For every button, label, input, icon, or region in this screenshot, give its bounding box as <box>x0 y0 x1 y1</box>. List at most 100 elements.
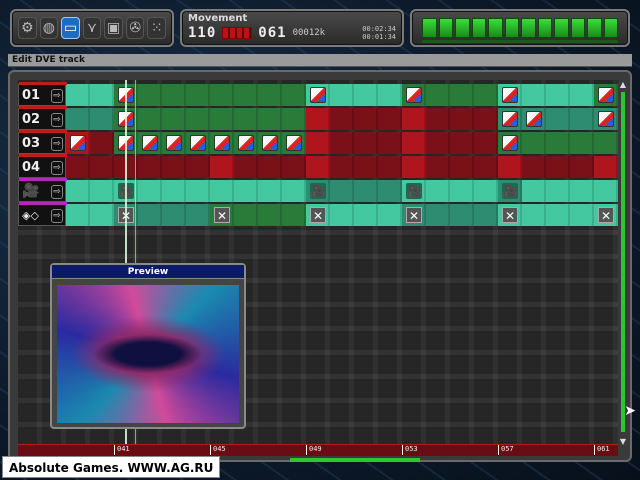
track-accent <box>19 202 67 205</box>
camera-icon[interactable]: 🎥 <box>406 183 422 199</box>
track-label-01[interactable]: 01 ⇨ <box>18 82 67 106</box>
horizontal-scroll-thumb[interactable] <box>290 458 420 462</box>
track-row-camera[interactable]: 🎥 🎥 🎥 🎥 🎥 ⇨ <box>18 178 618 204</box>
track-label-04[interactable]: 04 ⇨ <box>18 154 67 178</box>
keyframe-cube-icon[interactable] <box>598 111 614 127</box>
camera-icon[interactable]: 🎥 <box>502 183 518 199</box>
keyframe-cube-icon[interactable] <box>502 111 518 127</box>
globe-icon[interactable]: ◍ <box>39 17 59 39</box>
arrow-icon[interactable]: ⇨ <box>51 185 63 199</box>
track-row-04[interactable]: 04 ⇨ <box>18 154 618 180</box>
keyframe-cube-icon[interactable] <box>502 135 518 151</box>
keyframe-cube-icon[interactable] <box>70 135 86 151</box>
film-reel-icon[interactable]: ✇ <box>125 17 145 39</box>
meter-base <box>422 40 618 43</box>
track-segment[interactable] <box>66 84 114 106</box>
keyframe-cube-icon[interactable] <box>166 135 182 151</box>
movement-title: Movement <box>188 13 248 24</box>
track-label-camera[interactable]: 🎥 ⇨ <box>18 178 67 202</box>
track-segment[interactable] <box>114 84 306 106</box>
scroll-up-icon[interactable]: ▲ <box>618 80 628 89</box>
meter-segment <box>603 18 618 38</box>
grid-icon[interactable]: ⁙ <box>147 17 167 39</box>
settings-icon[interactable]: ⚙ <box>18 17 37 39</box>
track-segment[interactable] <box>66 180 306 202</box>
transition-cross-icon[interactable]: ✕ <box>598 207 614 223</box>
preview-window[interactable]: Preview <box>50 263 246 429</box>
mouse-pointer-icon: ➤ <box>624 403 636 419</box>
camera-icon: 🎥 <box>22 183 40 199</box>
track-segment[interactable] <box>66 108 114 130</box>
track-segment[interactable] <box>114 108 306 130</box>
track-segment[interactable] <box>330 132 402 154</box>
track-label-text: 03 <box>22 135 41 151</box>
keyframe-cube-icon[interactable] <box>262 135 278 151</box>
track-segment[interactable] <box>306 108 330 130</box>
meter-segment <box>488 18 503 38</box>
keyframe-cube-icon[interactable] <box>190 135 206 151</box>
transition-cross-icon[interactable]: ✕ <box>214 207 230 223</box>
track-row-transitions[interactable]: ✕ ✕ ✕ ✕ ✕ ✕ ◈◇ ⇨ <box>18 202 618 228</box>
vertical-scrollbar[interactable]: ▲ ▼ <box>618 80 628 446</box>
ruler-tick: 053 <box>402 445 418 455</box>
preview-image <box>57 285 239 423</box>
transition-cross-icon[interactable]: ✕ <box>310 207 326 223</box>
track-row-03[interactable]: 03 ⇨ <box>18 130 618 156</box>
track-segment[interactable] <box>498 156 522 178</box>
track-label-03[interactable]: 03 ⇨ <box>18 130 67 154</box>
keyframe-cube-icon[interactable] <box>406 87 422 103</box>
track-label-text: 04 <box>22 159 41 175</box>
arrow-icon[interactable]: ⇨ <box>51 209 63 223</box>
meter-segment <box>587 18 602 38</box>
track-row-02[interactable]: 02 ⇨ <box>18 106 618 132</box>
track-segment[interactable] <box>522 180 618 202</box>
arrow-icon[interactable]: ⇨ <box>51 161 63 175</box>
timeline-ruler[interactable]: 041 045 049 053 057 061 <box>18 444 618 456</box>
scroll-thumb[interactable] <box>621 92 625 432</box>
track-segment[interactable] <box>306 156 330 178</box>
track-segment[interactable] <box>234 156 306 178</box>
arrow-icon[interactable]: ⇨ <box>51 89 63 103</box>
track-segment[interactable] <box>522 156 594 178</box>
keyframe-cube-icon[interactable] <box>238 135 254 151</box>
track-segment[interactable] <box>426 156 498 178</box>
track-segment[interactable] <box>66 156 210 178</box>
track-segment[interactable] <box>594 156 618 178</box>
track-label-transitions[interactable]: ◈◇ ⇨ <box>18 202 67 226</box>
floppy-disk-icon[interactable]: ▣ <box>104 17 123 39</box>
track-segment[interactable] <box>330 108 402 130</box>
scroll-down-icon[interactable]: ▼ <box>618 437 628 446</box>
camera-icon[interactable]: 🎥 <box>310 183 326 199</box>
track-segment[interactable] <box>306 132 330 154</box>
movement-times: 00:02:34 00:01:34 <box>362 25 396 41</box>
keyframe-cube-icon[interactable] <box>310 87 326 103</box>
ruler-tick: 045 <box>210 445 226 455</box>
track-segment[interactable] <box>426 132 498 154</box>
track-row-01[interactable]: 01 ⇨ <box>18 82 618 108</box>
keyframe-cube-icon[interactable] <box>598 87 614 103</box>
meter-segment <box>438 18 453 38</box>
track-segment[interactable] <box>426 108 498 130</box>
arrow-icon[interactable]: ⇨ <box>51 113 63 127</box>
track-segment[interactable] <box>90 132 114 154</box>
track-label-02[interactable]: 02 ⇨ <box>18 106 67 130</box>
track-segment[interactable] <box>402 132 426 154</box>
ruler-tick: 049 <box>306 445 322 455</box>
track-segment[interactable] <box>330 156 402 178</box>
time-1: 00:02:34 <box>362 25 396 33</box>
keyframe-cube-icon[interactable] <box>142 135 158 151</box>
transition-cross-icon[interactable]: ✕ <box>406 207 422 223</box>
track-segment[interactable] <box>402 108 426 130</box>
track-segment[interactable] <box>66 204 114 226</box>
funnel-icon[interactable]: ⋎ <box>82 17 102 39</box>
track-segment[interactable] <box>402 156 426 178</box>
meter-segment <box>521 18 536 38</box>
arrow-icon[interactable]: ⇨ <box>51 137 63 151</box>
keyframe-cube-icon[interactable] <box>286 135 302 151</box>
transition-cross-icon[interactable]: ✕ <box>502 207 518 223</box>
track-segment[interactable] <box>210 156 234 178</box>
keyframe-cube-icon[interactable] <box>214 135 230 151</box>
keyframe-cube-icon[interactable] <box>502 87 518 103</box>
monitor-icon[interactable]: ▭ <box>61 17 80 39</box>
keyframe-cube-icon[interactable] <box>526 111 542 127</box>
